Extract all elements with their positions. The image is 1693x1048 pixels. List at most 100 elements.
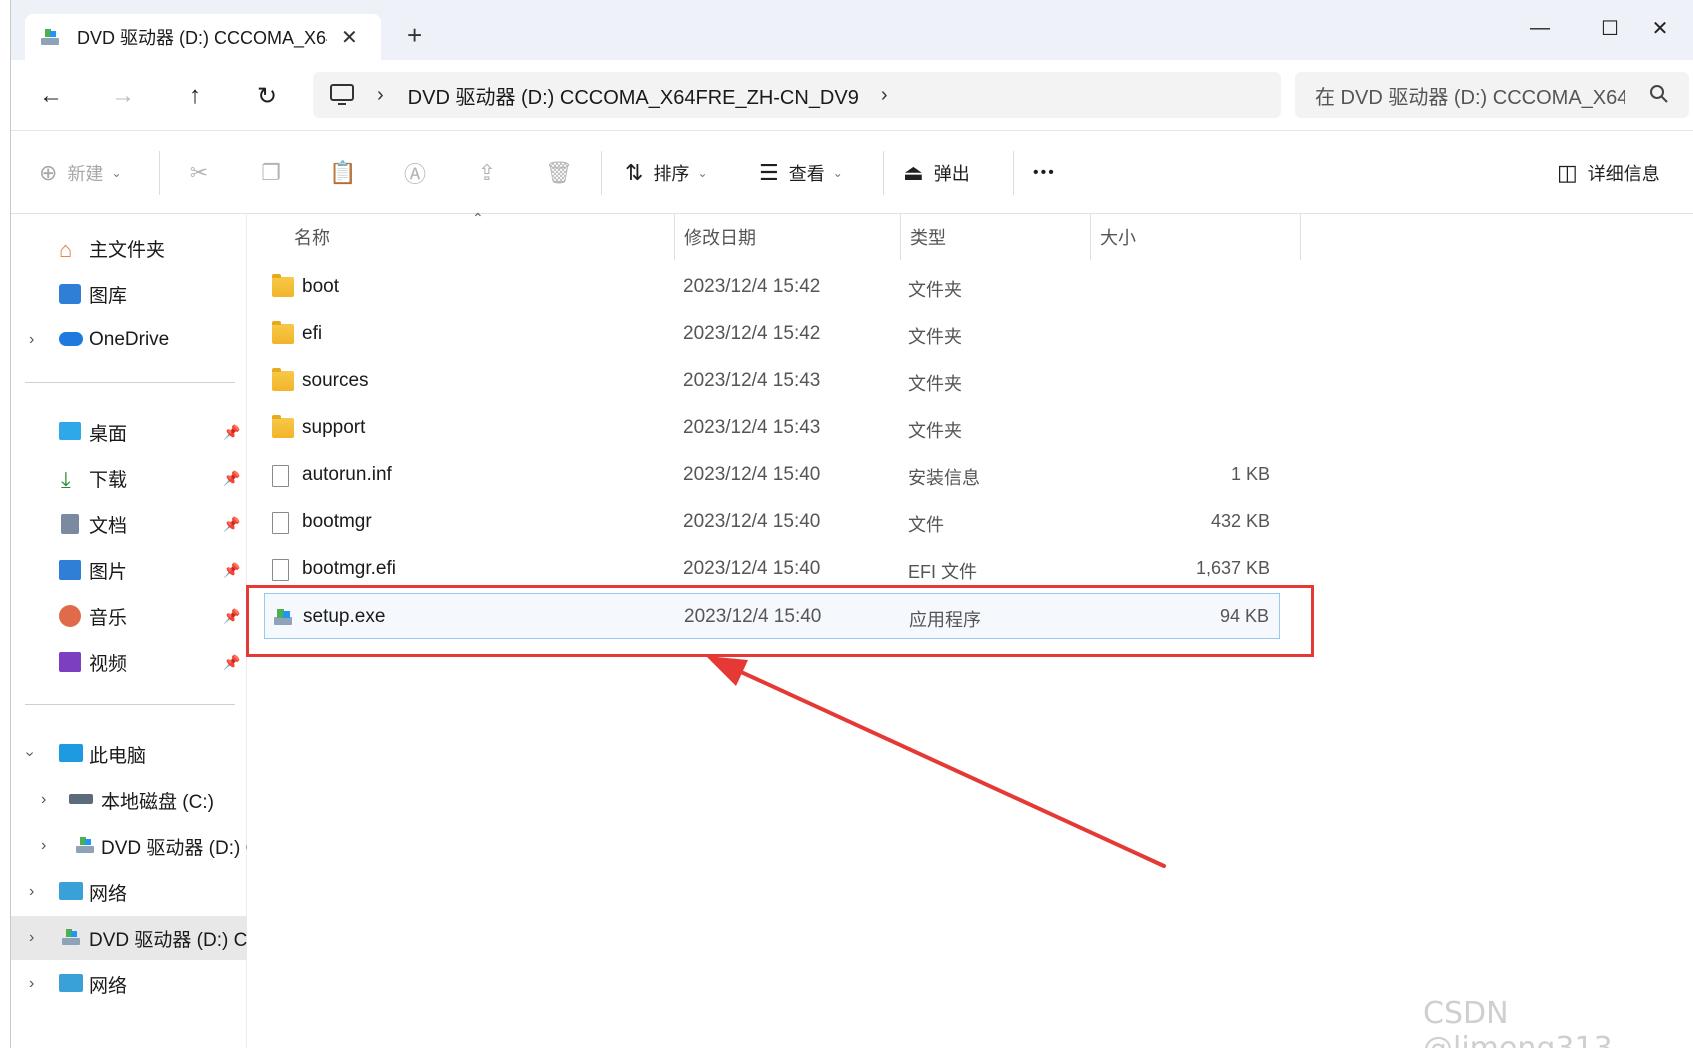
pin-icon[interactable]: 📌 xyxy=(223,516,240,533)
file-name: support xyxy=(302,417,366,438)
sidebar-item-documents[interactable]: 文档 📌 xyxy=(11,502,247,546)
details-pane-button[interactable]: ◫ 详细信息 xyxy=(1557,155,1660,191)
pin-icon[interactable]: 📌 xyxy=(223,424,240,441)
home-icon: ⌂ xyxy=(59,237,73,262)
chevron-right-icon[interactable]: › xyxy=(29,883,34,901)
chevron-right-icon[interactable]: › xyxy=(41,791,46,809)
sidebar-item-gallery[interactable]: 图库 xyxy=(11,272,247,316)
address-bar[interactable]: › DVD 驱动器 (D:) CCCOMA_X64FRE_ZH-CN_DV9 › xyxy=(313,72,1281,118)
eject-button[interactable]: ⏏ 弹出 xyxy=(903,155,970,191)
refresh-button[interactable]: ↻ xyxy=(247,76,287,116)
column-divider[interactable] xyxy=(900,214,901,260)
chevron-down-icon: ⌄ xyxy=(832,166,843,180)
breadcrumb-current[interactable]: DVD 驱动器 (D:) CCCOMA_X64FRE_ZH-CN_DV9 xyxy=(408,81,859,110)
pin-icon[interactable]: 📌 xyxy=(223,654,240,671)
sidebar-item-music[interactable]: 音乐 📌 xyxy=(11,594,247,638)
picture-icon xyxy=(59,560,81,580)
computer-icon xyxy=(59,744,83,762)
chevron-right-icon[interactable]: › xyxy=(41,837,46,855)
column-divider[interactable] xyxy=(1300,214,1301,260)
column-divider[interactable] xyxy=(1090,214,1091,260)
file-date: 2023/12/4 15:40 xyxy=(683,511,821,532)
column-header-type[interactable]: 类型 xyxy=(910,214,946,260)
chevron-right-icon[interactable]: › xyxy=(29,929,34,947)
tab-dvd-drive[interactable]: DVD 驱动器 (D:) CCCOMA_X64FRE_ZH-CN_DV9 ✕ xyxy=(25,14,381,60)
back-button[interactable]: ← xyxy=(31,76,71,116)
chevron-right-icon[interactable]: › xyxy=(29,975,34,993)
music-icon xyxy=(59,605,81,627)
sidebar-item-videos[interactable]: 视频 📌 xyxy=(11,640,247,684)
sidebar-item-onedrive[interactable]: › OneDrive xyxy=(11,318,247,362)
file-icon xyxy=(272,559,289,581)
toolbar-divider xyxy=(883,151,884,195)
sidebar-item-desktop[interactable]: 桌面 📌 xyxy=(11,410,247,454)
table-row[interactable]: support 2023/12/4 15:43 文件夹 xyxy=(264,405,1280,451)
toolbar-divider xyxy=(159,151,160,195)
column-header-date[interactable]: 修改日期 xyxy=(684,214,756,260)
details-pane-icon: ◫ xyxy=(1557,160,1578,185)
new-button[interactable]: ⊕ 新建 ⌄ xyxy=(39,155,122,191)
minimize-button[interactable]: — xyxy=(1505,8,1575,48)
chevron-right-icon[interactable]: › xyxy=(29,331,34,349)
file-type: 文件夹 xyxy=(908,374,962,394)
gallery-icon xyxy=(59,284,81,304)
sort-arrows-icon: ⇅ xyxy=(625,160,644,185)
table-row[interactable]: setup.exe 2023/12/4 15:40 应用程序 94 KB xyxy=(264,593,1280,639)
file-size: 94 KB xyxy=(1219,606,1269,626)
pin-icon[interactable]: 📌 xyxy=(223,470,240,487)
file-type: 文件夹 xyxy=(908,280,962,300)
table-row[interactable]: bootmgr.efi 2023/12/4 15:40 EFI 文件 1,637 KB xyxy=(264,546,1280,592)
chevron-down-icon[interactable]: › xyxy=(21,751,39,756)
table-row[interactable]: bootmgr 2023/12/4 15:40 文件 432 KB xyxy=(264,499,1280,545)
column-divider[interactable] xyxy=(674,214,675,260)
close-window-button[interactable]: ✕ xyxy=(1625,8,1693,48)
desktop-icon xyxy=(59,422,81,440)
pin-icon[interactable]: 📌 xyxy=(223,562,240,579)
sidebar-item-local-disk[interactable]: › 本地磁盘 (C:) xyxy=(11,778,247,822)
file-type: 应用程序 xyxy=(909,610,981,630)
share-icon[interactable]: ⇪ xyxy=(469,155,505,191)
sidebar-item-home[interactable]: ⌂ 主文件夹 xyxy=(11,226,247,270)
tab-close-icon[interactable]: ✕ xyxy=(341,25,358,50)
sidebar-item-network[interactable]: › 网络 xyxy=(11,870,247,914)
search-box[interactable]: 在 DVD 驱动器 (D:) CCCOMA_X64FRE_ZH-CN_DV9 中… xyxy=(1295,72,1689,118)
sort-button[interactable]: ⇅ 排序 ⌄ xyxy=(625,155,708,191)
table-row[interactable]: boot 2023/12/4 15:42 文件夹 xyxy=(264,264,1280,310)
file-type: EFI 文件 xyxy=(908,562,978,582)
column-header-size[interactable]: 大小 xyxy=(1100,214,1136,260)
sidebar-item-dvd-drive-selected[interactable]: › DVD 驱动器 (D:) CCCOMA_X64FRE_ZH-CN_DV9 xyxy=(11,916,247,960)
monitor-icon xyxy=(330,84,354,105)
search-input[interactable]: 在 DVD 驱动器 (D:) CCCOMA_X64FRE_ZH-CN_DV9 中… xyxy=(1315,81,1625,110)
delete-icon[interactable]: 🗑 xyxy=(541,155,577,191)
sidebar-item-this-pc[interactable]: › 此电脑 xyxy=(11,732,247,776)
pin-icon[interactable]: 📌 xyxy=(223,608,240,625)
settings-file-icon xyxy=(272,465,289,487)
folder-icon xyxy=(272,274,294,297)
breadcrumb-trailing-chevron[interactable]: › xyxy=(881,84,888,107)
sidebar-item-network-2[interactable]: › 网络 xyxy=(11,962,247,1006)
view-button[interactable]: ☰ 查看 ⌄ xyxy=(759,155,843,191)
paste-icon[interactable]: 📋 xyxy=(325,155,361,191)
sidebar-item-pictures[interactable]: 图片 📌 xyxy=(11,548,247,592)
breadcrumb-separator[interactable]: › xyxy=(377,84,384,107)
sidebar-item-downloads[interactable]: ⤓ 下载 📌 xyxy=(11,456,247,500)
file-type: 文件夹 xyxy=(908,327,962,347)
table-row[interactable]: autorun.inf 2023/12/4 15:40 安装信息 1 KB xyxy=(264,452,1280,498)
table-row[interactable]: sources 2023/12/4 15:43 文件夹 xyxy=(264,358,1280,404)
watermark: CSDN @limeng313 xyxy=(1423,996,1613,1048)
more-options-button[interactable]: ••• xyxy=(1033,155,1056,191)
sidebar-divider xyxy=(25,704,235,705)
up-button[interactable]: ↑ xyxy=(175,76,215,116)
eject-icon: ⏏ xyxy=(903,160,924,185)
new-tab-button[interactable]: + xyxy=(407,20,422,51)
sidebar-item-dvd-drive[interactable]: › DVD 驱动器 (D:) CCCOMA_X64FRE_ZH-CN_DV9 xyxy=(11,824,247,868)
navigation-pane: ⌂ 主文件夹 图库 › OneDrive 桌面 📌 ⤓ 下载 📌 文档 📌 图片… xyxy=(11,214,247,1048)
table-row[interactable]: efi 2023/12/4 15:42 文件夹 xyxy=(264,311,1280,357)
forward-button[interactable]: → xyxy=(103,76,143,116)
setup-app-icon xyxy=(273,607,295,627)
rename-icon[interactable]: Ⓐ xyxy=(397,155,433,191)
toolbar-divider xyxy=(1013,151,1014,195)
column-header-name[interactable]: 名称 xyxy=(294,214,330,260)
cut-icon[interactable]: ✂ xyxy=(181,155,217,191)
copy-icon[interactable]: ❐ xyxy=(253,155,289,191)
